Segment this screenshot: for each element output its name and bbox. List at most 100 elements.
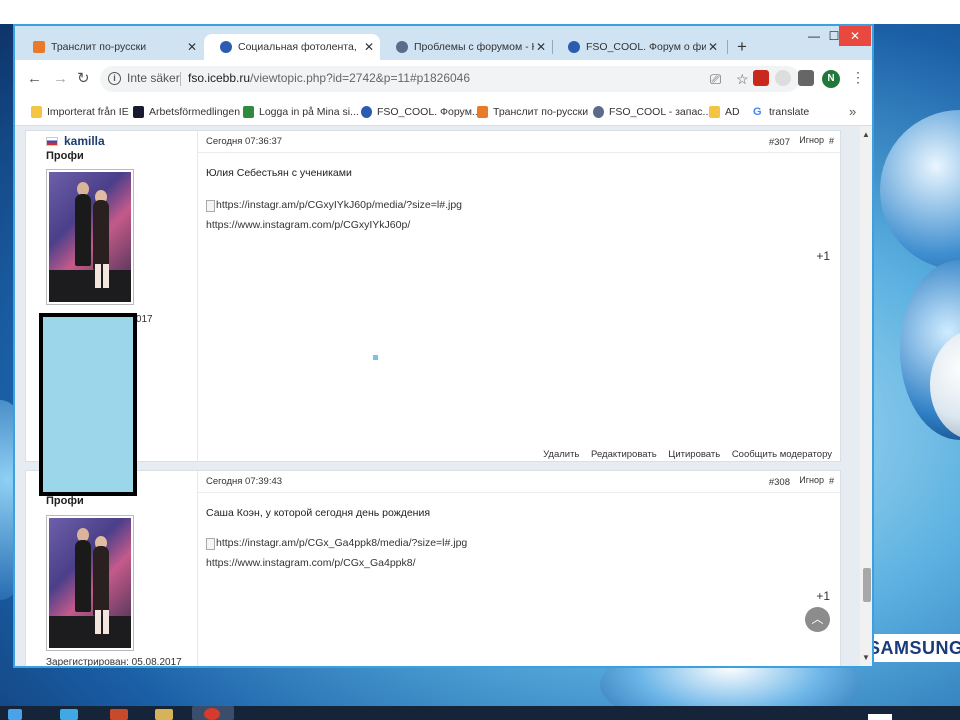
post-date[interactable]: Сегодня 07:39:43 xyxy=(206,476,282,487)
post-number[interactable]: #308 xyxy=(769,477,790,488)
taskbar-app-icon[interactable] xyxy=(110,709,128,720)
scroll-down-arrow-icon[interactable]: ▼ xyxy=(862,653,870,662)
post-body: Сегодня 07:39:43 #308 Игнор # Саша Коэн,… xyxy=(198,471,840,666)
url-host: fso.icebb.ru xyxy=(188,71,251,85)
russia-flag-icon xyxy=(46,137,58,146)
post-number[interactable]: #307 xyxy=(769,137,790,148)
bookmark-translit[interactable]: Транслит по-русски xyxy=(477,105,588,119)
delete-link[interactable]: Удалить xyxy=(543,449,579,460)
samsung-logo: SAMSUNG xyxy=(868,634,960,662)
bookmark-label: Logga in på Mina si... xyxy=(259,106,359,118)
cast-icon[interactable]: ⎚ xyxy=(710,70,721,88)
ignore-button[interactable]: Игнор xyxy=(799,475,824,485)
pdf-extension-icon[interactable] xyxy=(753,70,769,86)
broken-image-icon xyxy=(206,200,215,212)
profile-avatar[interactable]: N xyxy=(822,70,840,88)
address-separator xyxy=(180,72,181,86)
menu-dots-icon[interactable]: ⋮ xyxy=(851,69,865,86)
instagram-link[interactable]: https://www.instagram.com/p/CGxyIYkJ60p/ xyxy=(206,219,410,231)
info-icon[interactable]: i xyxy=(108,72,121,85)
author-rank: Профи xyxy=(46,495,84,507)
bookmark-label: FSO_COOL - запас... xyxy=(609,106,712,118)
forum-favicon-icon xyxy=(220,41,232,53)
permalink-hash[interactable]: # xyxy=(829,136,834,146)
af-icon xyxy=(133,106,144,118)
forum-favicon-icon xyxy=(396,41,408,53)
mina-sidor-icon xyxy=(243,106,254,118)
bookmark-label: AD xyxy=(725,106,740,118)
forum-page: kamilla Профи 8.2017 Сегодня 07:36:37 #3… xyxy=(15,126,860,666)
tab-close-icon[interactable]: ✕ xyxy=(708,34,718,60)
author-avatar[interactable] xyxy=(46,515,134,651)
tab-close-icon[interactable]: ✕ xyxy=(187,34,197,60)
instagram-link[interactable]: https://www.instagram.com/p/CGx_Ga4ppk8/ xyxy=(206,557,416,569)
tab-title: Транслит по-русски xyxy=(51,41,147,53)
scroll-up-arrow-icon[interactable]: ▲ xyxy=(862,130,870,139)
bookmark-label: Транслит по-русски xyxy=(493,106,589,118)
bookmark-label: Importerat från IE xyxy=(47,106,129,118)
taskbar-folder-icon[interactable] xyxy=(155,709,173,720)
post-header: Сегодня 07:39:43 #308 Игнор # xyxy=(198,471,840,493)
image-alt-text: https://instagr.am/p/CGx_Ga4ppk8/media/?… xyxy=(216,537,468,549)
tab-close-icon[interactable]: ✕ xyxy=(364,34,374,60)
scroll-to-top-button[interactable]: ︿ xyxy=(805,607,830,632)
scrollbar-thumb[interactable] xyxy=(863,568,871,602)
translit-favicon-icon xyxy=(477,106,488,118)
author-avatar[interactable] xyxy=(46,169,134,305)
wallpaper-orb xyxy=(880,110,960,270)
bookmark-star-icon[interactable]: ☆ xyxy=(736,70,749,88)
bookmark-label: translate xyxy=(769,106,810,118)
registered-date: Зарегистрирован: 05.08.2017 xyxy=(46,657,182,666)
google-icon: G xyxy=(753,106,764,118)
shield-extension-icon[interactable] xyxy=(775,70,791,86)
quote-link[interactable]: Цитировать xyxy=(668,449,720,460)
new-tab-button[interactable]: + xyxy=(737,35,747,59)
permalink-hash[interactable]: # xyxy=(829,476,834,486)
address-bar[interactable]: i Inte säker fso.icebb.ru/viewtopic.php?… xyxy=(100,66,800,92)
forum-post-307: kamilla Профи 8.2017 Сегодня 07:36:37 #3… xyxy=(25,130,841,462)
forward-arrow-icon[interactable]: → xyxy=(53,70,68,88)
post-body: Сегодня 07:36:37 #307 Игнор # Юлия Себес… xyxy=(198,131,840,461)
report-link[interactable]: Сообщить модератору xyxy=(732,449,832,460)
bookmarks-overflow-button[interactable]: » xyxy=(849,104,856,119)
browser-window: Транслит по-русски ✕ Социальная фотолент… xyxy=(13,24,874,668)
image-alt-text: https://instagr.am/p/CGxyIYkJ60p/media/?… xyxy=(216,199,462,211)
bookmark-translate[interactable]: Gtranslate xyxy=(753,105,809,119)
plus-one-button[interactable]: +1 xyxy=(816,249,830,263)
start-button[interactable] xyxy=(8,709,22,720)
author-name[interactable]: kamilla xyxy=(64,134,105,148)
tab-separator xyxy=(727,40,728,54)
forum-favicon-icon xyxy=(568,41,580,53)
translit-favicon-icon xyxy=(33,41,45,53)
redaction-box xyxy=(39,313,137,496)
bookmark-mina-sidor[interactable]: Logga in på Mina si... xyxy=(243,105,359,119)
security-label[interactable]: Inte säker xyxy=(127,71,180,85)
extensions-puzzle-icon[interactable] xyxy=(798,70,814,86)
bookmark-fso-cool-forum[interactable]: FSO_COOL. Форум... xyxy=(361,105,481,119)
taskbar-tray-icon[interactable] xyxy=(868,714,892,720)
taskbar-chrome-icon[interactable] xyxy=(192,706,234,720)
taskbar-ie-icon[interactable] xyxy=(60,709,78,720)
bookmark-importerat[interactable]: Importerat från IE xyxy=(31,105,129,119)
tab-forum-problems[interactable]: Проблемы с форумом - Начал ✕ xyxy=(380,34,552,60)
bookmark-fso-cool-zapas[interactable]: FSO_COOL - запас... xyxy=(593,105,711,119)
tab-fso-cool[interactable]: FSO_COOL. Форум о фигурном ✕ xyxy=(552,34,724,60)
post-date[interactable]: Сегодня 07:36:37 xyxy=(206,136,282,147)
plus-one-button[interactable]: +1 xyxy=(816,589,830,603)
bookmark-ad[interactable]: AD xyxy=(709,105,740,119)
page-scrollbar[interactable]: ▲ ▼ xyxy=(860,126,872,666)
tab-social-photofeed[interactable]: Социальная фотолента, часть ✕ xyxy=(204,34,380,60)
ignore-button[interactable]: Игнор xyxy=(799,135,824,145)
post-text: Саша Коэн, у которой сегодня день рожден… xyxy=(206,507,431,519)
bookmark-arbetsformedlingen[interactable]: Arbetsförmedlingen xyxy=(133,105,240,119)
reload-icon[interactable]: ↻ xyxy=(77,70,90,88)
tab-translit[interactable]: Транслит по-русски ✕ xyxy=(17,34,203,60)
back-arrow-icon[interactable]: ← xyxy=(27,70,42,88)
url-text[interactable]: fso.icebb.ru/viewtopic.php?id=2742&p=11#… xyxy=(188,71,470,85)
tab-close-icon[interactable]: ✕ xyxy=(536,34,546,60)
edit-link[interactable]: Редактировать xyxy=(591,449,657,460)
close-window-button[interactable]: ✕ xyxy=(839,26,871,46)
author-rank: Профи xyxy=(46,150,84,162)
folder-icon xyxy=(31,106,42,118)
taskbar xyxy=(0,706,960,720)
